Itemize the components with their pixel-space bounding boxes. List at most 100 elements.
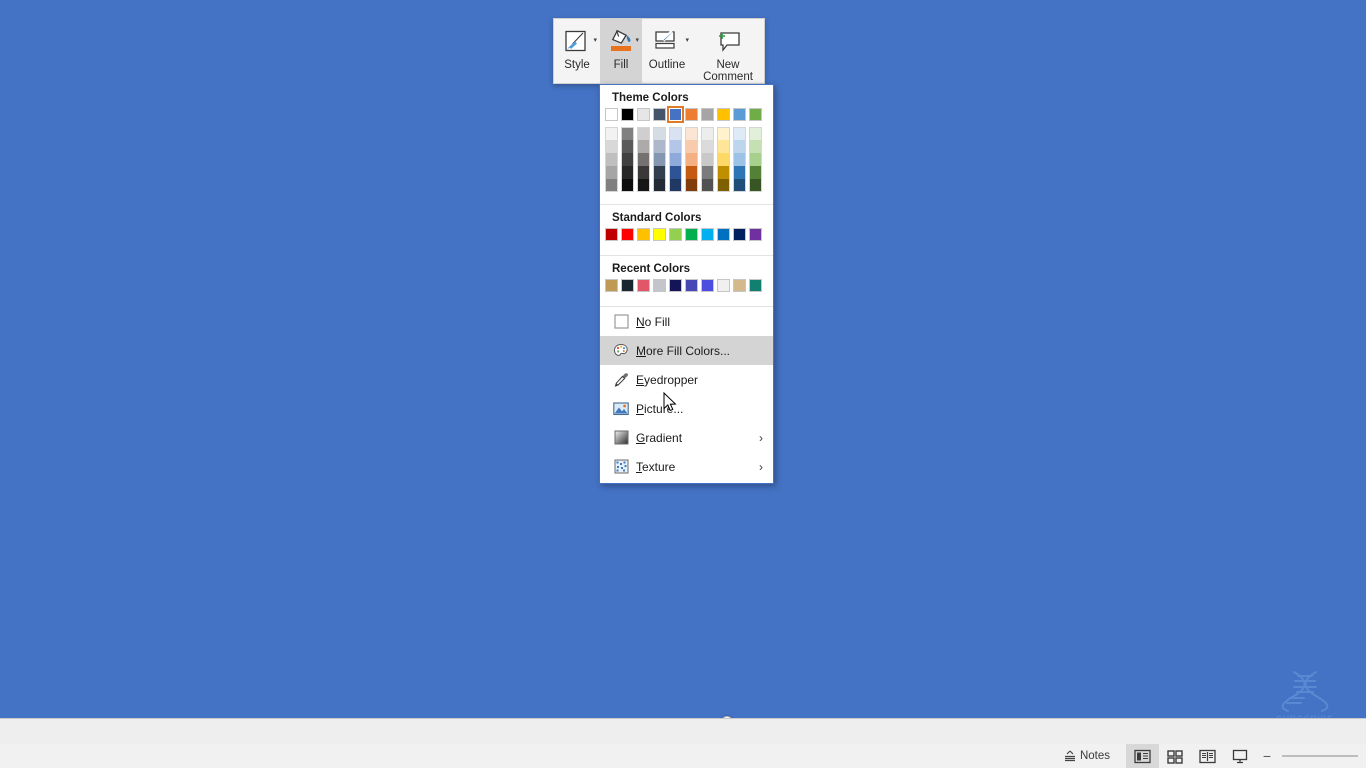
tint-swatch-5-1[interactable] — [685, 140, 698, 153]
outline-button[interactable]: Outline ▾ — [642, 19, 692, 83]
tint-swatch-1-3[interactable] — [621, 166, 634, 179]
recent-swatch-recent-9[interactable] — [733, 279, 746, 292]
tint-swatch-9-3[interactable] — [749, 166, 762, 179]
tint-swatch-6-1[interactable] — [701, 140, 714, 153]
slideshow-button[interactable] — [1224, 744, 1256, 768]
tint-swatch-2-4[interactable] — [637, 179, 650, 192]
tint-swatch-1-2[interactable] — [621, 153, 634, 166]
tint-swatch-0-3[interactable] — [605, 166, 618, 179]
tint-swatch-5-2[interactable] — [685, 153, 698, 166]
standard-swatch-light-blue[interactable] — [701, 228, 714, 241]
tint-swatch-0-1[interactable] — [605, 140, 618, 153]
zoom-slider[interactable] — [1278, 744, 1366, 768]
tint-swatch-4-3[interactable] — [669, 166, 682, 179]
menu-item-no-fill[interactable]: No Fill — [600, 307, 773, 336]
tint-swatch-1-1[interactable] — [621, 140, 634, 153]
tint-swatch-4-1[interactable] — [669, 140, 682, 153]
theme-swatch-dark-blue[interactable] — [653, 108, 666, 121]
tint-swatch-7-4[interactable] — [717, 179, 730, 192]
menu-item-texture[interactable]: Texture › — [600, 452, 773, 481]
recent-swatch-recent-3[interactable] — [637, 279, 650, 292]
standard-swatch-yellow[interactable] — [653, 228, 666, 241]
standard-swatch-blue[interactable] — [717, 228, 730, 241]
tint-swatch-5-0[interactable] — [685, 127, 698, 140]
zoom-out-button[interactable]: − — [1256, 744, 1278, 768]
tint-swatch-5-4[interactable] — [685, 179, 698, 192]
menu-item-gradient[interactable]: Gradient › — [600, 423, 773, 452]
standard-swatch-dark-red[interactable] — [605, 228, 618, 241]
tint-swatch-4-2[interactable] — [669, 153, 682, 166]
tint-swatch-2-2[interactable] — [637, 153, 650, 166]
tint-swatch-3-3[interactable] — [653, 166, 666, 179]
theme-swatch-black[interactable] — [621, 108, 634, 121]
theme-swatch-gray[interactable] — [701, 108, 714, 121]
tint-swatch-8-3[interactable] — [733, 166, 746, 179]
reading-view-button[interactable] — [1191, 744, 1224, 768]
tint-swatch-9-1[interactable] — [749, 140, 762, 153]
tint-swatch-6-4[interactable] — [701, 179, 714, 192]
style-chevron-down-icon[interactable]: ▾ — [593, 37, 597, 44]
theme-swatch-light-gray[interactable] — [637, 108, 650, 121]
standard-swatch-light-green[interactable] — [669, 228, 682, 241]
fill-button[interactable]: Fill ▾ — [600, 19, 642, 83]
tint-swatch-1-0[interactable] — [621, 127, 634, 140]
outline-chevron-down-icon[interactable]: ▾ — [685, 37, 689, 44]
tint-swatch-4-4[interactable] — [669, 179, 682, 192]
tint-swatch-8-1[interactable] — [733, 140, 746, 153]
standard-swatch-green[interactable] — [685, 228, 698, 241]
standard-swatch-orange[interactable] — [637, 228, 650, 241]
tint-swatch-6-2[interactable] — [701, 153, 714, 166]
theme-swatch-white[interactable] — [605, 108, 618, 121]
tint-swatch-3-0[interactable] — [653, 127, 666, 140]
tint-swatch-0-4[interactable] — [605, 179, 618, 192]
recent-swatch-recent-8[interactable] — [717, 279, 730, 292]
menu-item-eyedropper[interactable]: Eyedropper — [600, 365, 773, 394]
tint-swatch-9-4[interactable] — [749, 179, 762, 192]
recent-swatch-recent-6[interactable] — [685, 279, 698, 292]
tint-swatch-2-3[interactable] — [637, 166, 650, 179]
tint-swatch-3-1[interactable] — [653, 140, 666, 153]
fill-chevron-down-icon[interactable]: ▾ — [635, 37, 639, 44]
tint-swatch-7-2[interactable] — [717, 153, 730, 166]
tint-swatch-0-0[interactable] — [605, 127, 618, 140]
recent-swatch-recent-1[interactable] — [605, 279, 618, 292]
menu-item-more-fill-colors[interactable]: More Fill Colors... — [600, 336, 773, 365]
theme-swatch-blue-accent1[interactable] — [667, 106, 684, 123]
recent-swatch-recent-7[interactable] — [701, 279, 714, 292]
tint-swatch-7-1[interactable] — [717, 140, 730, 153]
tint-swatch-0-2[interactable] — [605, 153, 618, 166]
tint-swatch-2-1[interactable] — [637, 140, 650, 153]
tint-swatch-9-2[interactable] — [749, 153, 762, 166]
theme-swatch-orange[interactable] — [685, 108, 698, 121]
tint-swatch-2-0[interactable] — [637, 127, 650, 140]
tint-swatch-3-2[interactable] — [653, 153, 666, 166]
tint-swatch-6-0[interactable] — [701, 127, 714, 140]
style-button[interactable]: Style ▾ — [554, 19, 600, 83]
tint-swatch-4-0[interactable] — [669, 127, 682, 140]
recent-swatch-recent-10[interactable] — [749, 279, 762, 292]
slide-sorter-button[interactable] — [1159, 744, 1191, 768]
menu-item-picture[interactable]: Picture... — [600, 394, 773, 423]
tint-swatch-8-0[interactable] — [733, 127, 746, 140]
recent-swatch-recent-4[interactable] — [653, 279, 666, 292]
tint-swatch-6-3[interactable] — [701, 166, 714, 179]
tint-swatch-8-4[interactable] — [733, 179, 746, 192]
tint-swatch-3-4[interactable] — [653, 179, 666, 192]
notes-button[interactable]: Notes — [1055, 744, 1118, 768]
recent-swatch-recent-2[interactable] — [621, 279, 634, 292]
tint-swatch-7-3[interactable] — [717, 166, 730, 179]
tint-swatch-7-0[interactable] — [717, 127, 730, 140]
normal-view-button[interactable] — [1126, 744, 1159, 768]
tint-swatch-9-0[interactable] — [749, 127, 762, 140]
tint-swatch-8-2[interactable] — [733, 153, 746, 166]
standard-swatch-red[interactable] — [621, 228, 634, 241]
new-comment-button[interactable]: New Comment — [692, 19, 764, 83]
theme-swatch-gold[interactable] — [717, 108, 730, 121]
tint-swatch-1-4[interactable] — [621, 179, 634, 192]
tint-swatch-5-3[interactable] — [685, 166, 698, 179]
standard-swatch-dark-blue[interactable] — [733, 228, 746, 241]
recent-swatch-recent-5[interactable] — [669, 279, 682, 292]
theme-swatch-green[interactable] — [749, 108, 762, 121]
theme-swatch-light-blue[interactable] — [733, 108, 746, 121]
standard-swatch-purple[interactable] — [749, 228, 762, 241]
